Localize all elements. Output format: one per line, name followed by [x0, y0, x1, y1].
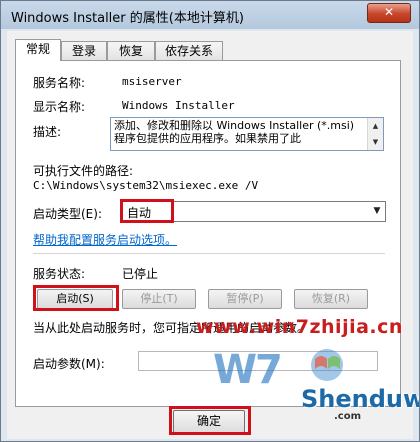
close-icon: ✕: [383, 5, 395, 19]
close-button[interactable]: ✕: [367, 3, 411, 23]
window-title: Windows Installer 的属性(本地计算机): [11, 11, 244, 26]
resume-service-button[interactable]: 恢复(R): [294, 289, 368, 309]
display-name-value: Windows Installer: [122, 99, 235, 112]
description-box[interactable]: 添加、修改和删除以 Windows Installer (*.msi)程序包提供…: [110, 117, 384, 151]
watermark-site: www.win7zhijia.cn: [196, 316, 403, 338]
svg-text:W: W: [213, 347, 257, 393]
service-status-label: 服务状态:: [33, 267, 86, 281]
highlight-startup-type: [120, 199, 174, 223]
display-name-label: 显示名称:: [33, 100, 86, 114]
watermark-brand: Shenduwin8: [301, 385, 419, 413]
svg-text:7: 7: [255, 347, 283, 393]
help-configure-link[interactable]: 帮助我配置服务启动选项。: [33, 231, 177, 248]
service-status-value: 已停止: [122, 267, 159, 281]
tab-general[interactable]: 常规: [15, 39, 61, 61]
scroll-up-icon[interactable]: ▲: [368, 118, 383, 134]
highlight-start-button: [33, 285, 119, 311]
service-name-value: msiserver: [122, 75, 182, 88]
startup-type-label: 启动类型(E):: [33, 207, 102, 221]
tab-logon[interactable]: 登录: [61, 41, 107, 60]
highlight-ok-button: [169, 406, 251, 435]
description-text: 添加、修改和删除以 Windows Installer (*.msi)程序包提供…: [114, 119, 355, 145]
exe-path-label: 可执行文件的路径:: [33, 164, 134, 178]
stop-service-button[interactable]: 停止(T): [122, 289, 196, 309]
scroll-down-icon[interactable]: ▼: [368, 134, 383, 150]
description-label: 描述:: [33, 125, 62, 139]
tab-dependencies[interactable]: 依存关系: [155, 41, 223, 60]
divider: [33, 253, 385, 254]
properties-dialog: Windows Installer 的属性(本地计算机) ✕ 常规 登录 恢复 …: [0, 0, 420, 442]
chevron-down-icon[interactable]: ▼: [369, 202, 385, 221]
start-params-label: 启动参数(M):: [33, 357, 105, 371]
tab-recovery[interactable]: 恢复: [107, 41, 155, 60]
service-name-label: 服务名称:: [33, 76, 86, 90]
description-scrollbar[interactable]: ▲ ▼: [367, 118, 383, 150]
title-bar[interactable]: Windows Installer 的属性(本地计算机) ✕: [1, 1, 419, 29]
pause-service-button[interactable]: 暂停(P): [208, 289, 282, 309]
exe-path-value: C:\Windows\system32\msiexec.exe /V: [33, 179, 259, 192]
watermark-small: .com: [334, 411, 362, 422]
